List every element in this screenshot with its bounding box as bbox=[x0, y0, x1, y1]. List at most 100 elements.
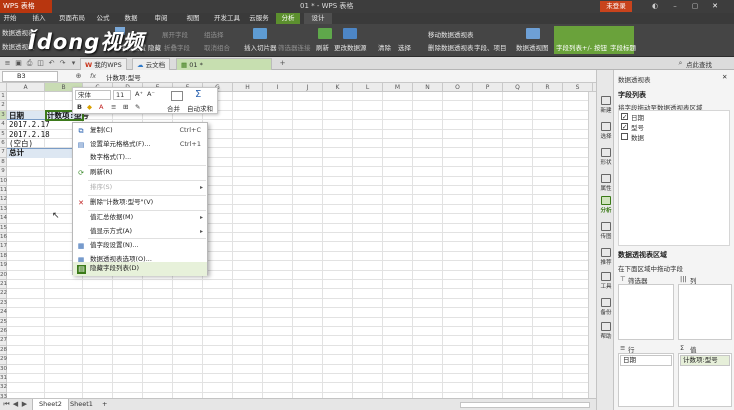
row-header[interactable]: 5 bbox=[0, 129, 7, 139]
menu-item-delete-field[interactable]: ✕ 删除"计数项:型号"(V) bbox=[73, 196, 207, 210]
row-header[interactable]: 12 bbox=[0, 195, 7, 205]
next-sheet-icon[interactable]: ▶ bbox=[20, 400, 29, 409]
row-field-date[interactable]: 日期 bbox=[620, 355, 672, 366]
row-header[interactable]: 24 bbox=[0, 308, 7, 318]
tab-page-layout[interactable]: 页面布局 bbox=[55, 13, 89, 24]
change-source-button[interactable]: 更改数据源 bbox=[334, 42, 367, 52]
expand-field-button[interactable]: 展开字段 bbox=[162, 29, 188, 39]
column-header[interactable]: K bbox=[323, 83, 353, 92]
column-header[interactable]: S bbox=[563, 83, 593, 92]
field-model-checkbox[interactable]: ✓ bbox=[621, 123, 628, 130]
minimize-icon[interactable]: – bbox=[670, 1, 680, 11]
menu-item-show-values-as[interactable]: 值显示方式(A) ▸ bbox=[73, 225, 207, 239]
row-header[interactable]: 1 bbox=[0, 92, 7, 102]
side-pane-item[interactable]: 新建 bbox=[597, 96, 615, 114]
border-icon[interactable]: ⊞ bbox=[123, 103, 128, 111]
side-pane-item[interactable]: 属性 bbox=[597, 174, 615, 192]
column-header[interactable]: L bbox=[353, 83, 383, 92]
prev-sheet-icon[interactable]: ◀ bbox=[11, 400, 20, 409]
column-header[interactable]: O bbox=[443, 83, 473, 92]
refresh-button[interactable]: 刷新 bbox=[316, 42, 329, 52]
tab-cloud[interactable]: 云服务 bbox=[246, 13, 272, 24]
group-selected-button[interactable]: 组选择 bbox=[204, 29, 224, 39]
cell-a7[interactable]: 总计 bbox=[9, 148, 24, 157]
bold-icon[interactable]: B bbox=[77, 103, 82, 111]
column-header[interactable]: H bbox=[233, 83, 263, 92]
clear-button[interactable]: 清除 bbox=[378, 42, 391, 52]
tab-developer[interactable]: 开发工具 bbox=[210, 13, 244, 24]
login-button[interactable]: 未登录 bbox=[600, 1, 632, 12]
side-pane-item[interactable]: 推荐 bbox=[597, 248, 615, 266]
column-header[interactable]: N bbox=[413, 83, 443, 92]
column-header[interactable]: P bbox=[473, 83, 503, 92]
menu-item-number-format[interactable]: 数字格式(T)... bbox=[73, 151, 207, 165]
row-header[interactable]: 26 bbox=[0, 327, 7, 337]
redo-icon[interactable]: ↷ bbox=[58, 59, 67, 68]
row-header[interactable]: 18 bbox=[0, 251, 7, 262]
name-box[interactable]: B3 bbox=[2, 71, 58, 82]
row-header[interactable]: 25 bbox=[0, 317, 7, 327]
collapse-field-button[interactable]: 折叠字段 bbox=[164, 42, 190, 52]
cell-a4[interactable]: 2017.2.17 bbox=[9, 120, 50, 129]
column-header[interactable]: Q bbox=[503, 83, 533, 92]
fields-items-button[interactable]: 字段、项目 bbox=[474, 42, 507, 52]
tab-formulas[interactable]: 公式 bbox=[92, 13, 114, 24]
horizontal-scrollbar[interactable] bbox=[460, 402, 590, 408]
row-header[interactable]: 31 bbox=[0, 374, 7, 384]
side-pane-item[interactable]: 形状 bbox=[597, 148, 615, 166]
menu-item-format-cells[interactable]: ▤ 设置单元格格式(F)... Ctrl+1 bbox=[73, 138, 207, 152]
vertical-scrollbar[interactable] bbox=[588, 92, 596, 398]
side-pane-item[interactable]: 帮助 bbox=[597, 322, 615, 340]
field-model-label[interactable]: 型号 bbox=[631, 122, 644, 132]
row-header[interactable]: 28 bbox=[0, 345, 7, 356]
field-data-label[interactable]: 数据 bbox=[631, 132, 644, 142]
new-tab-button[interactable]: + bbox=[278, 59, 287, 68]
font-color-icon[interactable]: A bbox=[99, 103, 103, 111]
font-shrink-icon[interactable]: A⁻ bbox=[147, 90, 155, 98]
row-header[interactable]: 14 bbox=[0, 214, 7, 224]
tab-my-wps[interactable]: W 我的WPS bbox=[80, 58, 127, 70]
field-list-button[interactable]: 字段列表 bbox=[556, 42, 582, 52]
save-icon[interactable]: ▣ bbox=[14, 59, 23, 68]
row-header[interactable]: 27 bbox=[0, 336, 7, 346]
select-button[interactable]: 选择 bbox=[398, 42, 411, 52]
row-header[interactable]: 23 bbox=[0, 298, 7, 309]
tab-data[interactable]: 数据 bbox=[120, 13, 142, 24]
fx-button[interactable]: fx bbox=[90, 72, 96, 80]
hide-button[interactable]: 隐藏 bbox=[148, 42, 161, 52]
task-pane-header[interactable]: 数据透视表 bbox=[618, 74, 651, 84]
format-painter-icon[interactable]: ✎ bbox=[135, 103, 140, 111]
select-all-corner[interactable] bbox=[0, 83, 7, 92]
undo-icon[interactable]: ↶ bbox=[47, 59, 56, 68]
tab-view[interactable]: 视图 bbox=[182, 13, 204, 24]
skin-icon[interactable]: ◐ bbox=[650, 1, 660, 11]
menu-icon[interactable]: ≡ bbox=[3, 59, 12, 68]
row-header[interactable]: 7 bbox=[0, 148, 7, 158]
row-header[interactable]: 21 bbox=[0, 280, 7, 290]
tab-start[interactable]: 开始 bbox=[0, 13, 20, 24]
row-header[interactable]: 9 bbox=[0, 167, 7, 177]
search-icon[interactable]: ⌕ bbox=[676, 59, 685, 68]
row-header[interactable]: 32 bbox=[0, 383, 7, 393]
font-size-select[interactable]: 11 bbox=[113, 90, 131, 100]
column-header[interactable]: I bbox=[263, 83, 293, 92]
menu-item-value-field-settings[interactable]: ▦ 值字段设置(N)... bbox=[73, 239, 207, 253]
cell-a6[interactable]: (空白) bbox=[9, 139, 33, 148]
field-date-checkbox[interactable]: ✓ bbox=[621, 113, 628, 120]
close-icon[interactable]: ✕ bbox=[710, 1, 720, 11]
row-header[interactable]: 17 bbox=[0, 242, 7, 252]
field-date-label[interactable]: 日期 bbox=[631, 112, 644, 122]
menu-item-hide-field-list[interactable]: ▤ 隐藏字段列表(D) bbox=[73, 262, 207, 276]
row-header[interactable]: 6 bbox=[0, 139, 7, 149]
column-header[interactable]: A bbox=[7, 83, 45, 92]
first-sheet-icon[interactable]: ⏮ bbox=[2, 400, 11, 409]
field-data-checkbox[interactable] bbox=[621, 133, 628, 140]
tab-design[interactable]: 设计 bbox=[304, 13, 332, 24]
row-header[interactable]: 13 bbox=[0, 204, 7, 215]
row-header[interactable]: 3 bbox=[0, 110, 7, 121]
font-grow-icon[interactable]: A⁺ bbox=[135, 90, 143, 98]
search-hint[interactable]: 点此查找 bbox=[686, 59, 712, 69]
column-header[interactable]: R bbox=[533, 83, 563, 92]
merge-button[interactable]: 合并 bbox=[167, 103, 180, 113]
row-header[interactable]: 16 bbox=[0, 233, 7, 243]
